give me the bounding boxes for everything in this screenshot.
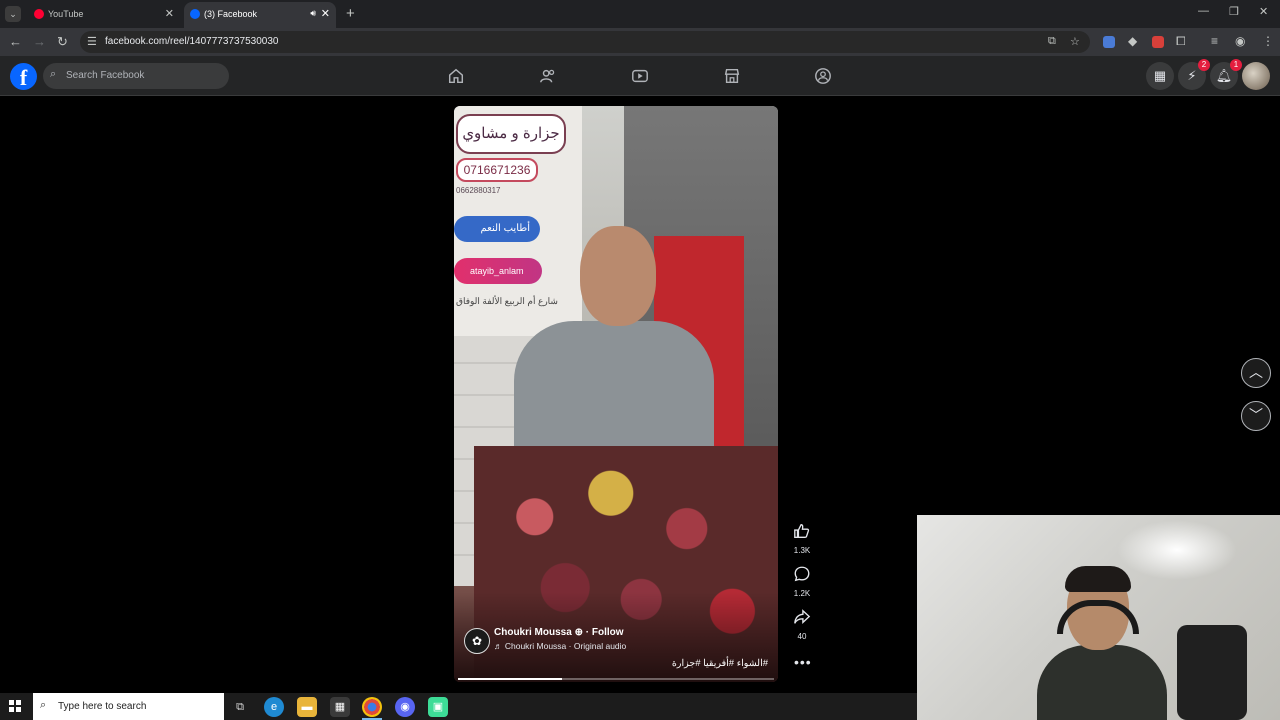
tab-search-button[interactable]: ⌄ [5,6,21,22]
author-line: Choukri Moussa ⊕ · Follow [494,627,624,638]
windows-taskbar: ⌕ Type here to search ⧉ e ▬ ▦ ◉ ▣ [0,693,917,720]
taskbar-search[interactable]: ⌕ Type here to search [33,693,224,720]
address-bar[interactable]: ☰ facebook.com/reel/1407773737530030 ⧉ ☆ [80,31,1090,53]
minimize-button[interactable]: — [1198,5,1209,17]
comment-button[interactable]: 1.2K [790,565,814,598]
tab-youtube[interactable]: YouTube ✕ [28,2,180,28]
tab-facebook[interactable]: (3) Facebook 🔊︎ ✕ [184,2,336,28]
comment-icon [794,566,810,582]
speaker-icon[interactable]: 🔊︎ [310,8,316,19]
chrome-icon[interactable] [362,697,382,717]
author-name[interactable]: Choukri Moussa [494,627,572,638]
facebook-logo[interactable]: f [10,63,37,90]
share-count: 40 [797,632,807,641]
task-view-icon[interactable]: ⧉ [230,697,250,717]
friends-icon[interactable] [539,67,557,85]
media-control-icon[interactable]: ≡ [1211,34,1218,48]
webcam-overlay [917,515,1280,720]
extension-red-icon[interactable] [1152,36,1164,48]
url-text: facebook.com/reel/1407773737530030 [105,36,279,47]
video-progress-fill [458,678,563,680]
share-icon [794,609,811,624]
search-placeholder: Search Facebook [66,70,145,81]
like-button[interactable]: 1.3K [790,522,814,555]
shop-sign: جزارة و مشاوي أط [456,114,566,178]
store-icon[interactable]: ▦ [330,697,350,717]
close-window-button[interactable]: ✕ [1259,5,1268,18]
shop-phone: 0716671236 [456,158,538,182]
previous-reel-button[interactable]: ︿ [1241,358,1271,388]
windows-start-icon[interactable] [9,700,21,712]
streamer-body [1037,645,1167,720]
marketplace-icon[interactable] [723,67,741,85]
app-icon[interactable]: ▣ [428,697,448,717]
tab-title: YouTube [48,9,84,19]
more-options-icon[interactable]: ••• [794,654,812,670]
back-button[interactable]: ← [9,34,22,49]
reload-button[interactable]: ↻ [57,34,68,50]
person-head [580,226,656,326]
comment-count: 1.2K [793,589,811,598]
audio-label[interactable]: ♬ Choukri Moussa · Original audio [494,641,626,651]
streamer [1037,566,1167,720]
forward-button[interactable]: → [33,34,46,49]
translate-extension-icon[interactable] [1103,36,1115,48]
author-avatar[interactable]: ✿ [464,628,490,654]
extensions-puzzle-icon[interactable]: ⧠ [1176,34,1186,49]
edge-icon[interactable]: e [264,697,284,717]
tab-title: (3) Facebook [204,9,258,19]
file-explorer-icon[interactable]: ▬ [297,697,317,717]
shop-phone-2: 0662880317 [456,186,501,195]
share-button[interactable]: 40 [790,608,814,641]
discord-icon[interactable]: ◉ [395,697,415,717]
home-icon[interactable] [447,67,465,85]
site-info-icon[interactable]: ☰ [87,35,97,48]
facebook-search[interactable]: ⌕ Search Facebook [43,63,229,89]
like-icon [794,524,810,538]
video-icon[interactable] [631,67,649,85]
profile-icon[interactable]: ◉ [1235,34,1245,48]
groups-icon[interactable] [814,67,832,85]
like-count: 1.3K [793,546,811,555]
notifications-badge: 1 [1230,59,1242,71]
hashtags[interactable]: #الشواء #أفريقيا #جزارة [672,658,768,669]
facebook-icon [190,9,200,19]
globe-icon: ⊕ [574,627,583,638]
streamer-hair [1065,566,1131,592]
browser-menu-icon[interactable]: ⋮ [1262,34,1274,48]
search-icon: ⌕ [40,699,47,711]
new-tab-button[interactable]: + [346,5,355,22]
browser-tab-strip: ⌄ YouTube ✕ (3) Facebook 🔊︎ ✕ + — ❐ ✕ [0,0,1280,28]
reel-video[interactable]: جزارة و مشاوي أط 0716671236 0662880317 أ… [454,106,778,682]
messenger-icon[interactable]: ⚡︎ 2 [1178,59,1210,90]
video-progress-bar[interactable] [458,678,774,680]
taskbar-search-placeholder: Type here to search [58,701,147,712]
close-tab-icon[interactable]: ✕ [321,7,330,20]
install-app-icon[interactable]: ⧉ [1048,35,1056,48]
close-tab-icon[interactable]: ✕ [165,7,174,20]
follow-link[interactable]: · Follow [586,627,624,638]
browser-toolbar: ← → ↻ ☰ facebook.com/reel/14077737375300… [0,28,1280,56]
facebook-header: f ⌕ Search Facebook ▦ ⚡︎ 2 🔔︎ 1 [0,56,1280,96]
youtube-icon [34,9,44,19]
restore-button[interactable]: ❐ [1229,5,1239,18]
search-icon: ⌕ [50,68,57,80]
chair [1177,625,1247,720]
menu-grid-icon[interactable]: ▦ [1146,62,1174,90]
extension-icon[interactable]: ◆ [1128,34,1137,48]
messenger-badge: 2 [1198,59,1210,71]
notifications-bell-icon[interactable]: 🔔︎ 1 [1210,59,1242,90]
bookmark-star-icon[interactable]: ☆ [1070,35,1080,48]
next-reel-button[interactable]: ﹀ [1241,401,1271,431]
account-avatar[interactable] [1242,62,1270,90]
